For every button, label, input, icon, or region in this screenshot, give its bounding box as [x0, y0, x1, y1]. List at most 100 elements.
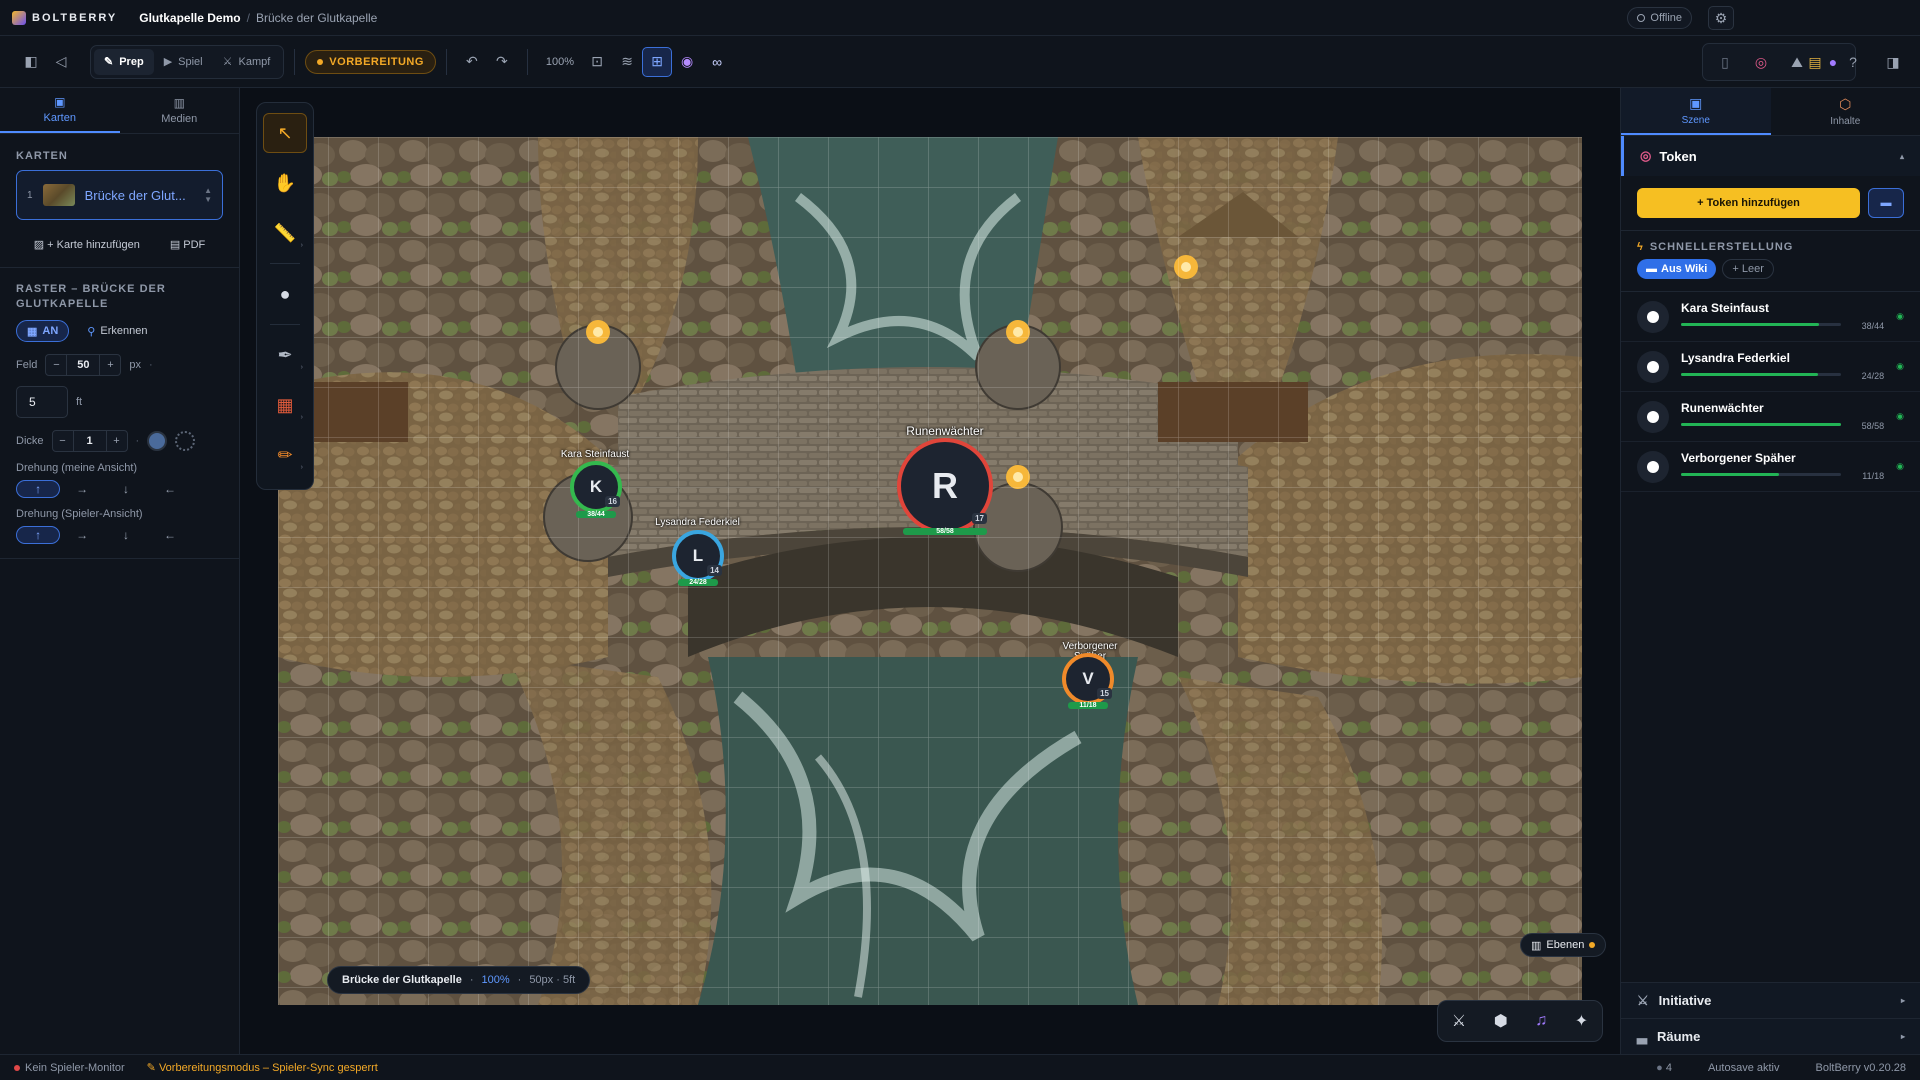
- paint-tool[interactable]: ✏ ›: [263, 435, 307, 475]
- token-dot-icon: [1647, 410, 1659, 423]
- status-dot-icon: [1637, 14, 1646, 22]
- visibility-button[interactable]: ◉: [672, 47, 702, 77]
- increase-button[interactable]: +: [107, 435, 127, 447]
- mode-prep[interactable]: ✎ Prep: [94, 48, 154, 75]
- battle-map[interactable]: [278, 137, 1582, 1005]
- map-book-icon: ▣: [54, 95, 66, 109]
- layers-button[interactable]: ▥ Ebenen: [1520, 933, 1607, 957]
- detect-grid-button[interactable]: ⚲ Erkennen: [87, 325, 147, 338]
- token-avatar[interactable]: L 14: [672, 530, 724, 582]
- map-list-item[interactable]: 1 Brücke der Glut... ▲ ▼: [16, 170, 223, 220]
- zoom-level[interactable]: 100%: [546, 56, 574, 68]
- select-tool[interactable]: ↖: [263, 113, 307, 153]
- fog-brush-tool[interactable]: ●: [263, 274, 307, 314]
- thickness-stepper[interactable]: −1 +: [51, 430, 128, 452]
- breadcrumb-project[interactable]: Glutkapelle Demo: [139, 11, 240, 25]
- dice-icon[interactable]: ⬢: [1494, 1011, 1508, 1031]
- fit-view-button[interactable]: ⊡: [582, 47, 612, 77]
- measure-tool[interactable]: 📏 ›: [263, 213, 307, 253]
- empty-token-button[interactable]: + Leer: [1722, 259, 1774, 279]
- draw-tool[interactable]: ✒ ›: [263, 335, 307, 375]
- target-button[interactable]: ◎: [1745, 47, 1777, 77]
- pan-tool[interactable]: ✋: [263, 163, 307, 203]
- quick-create-heading: ϟ SCHNELLERSTELLUNG: [1621, 230, 1920, 253]
- layers-icon: ▥: [1531, 939, 1542, 952]
- redo-button[interactable]: ↷: [487, 47, 517, 77]
- visibility-eye-icon[interactable]: ◉: [1896, 361, 1904, 372]
- visibility-eye-icon[interactable]: ◉: [1896, 411, 1904, 422]
- sparkle-icon[interactable]: ✦: [1575, 1011, 1588, 1031]
- card-icon: ▬: [1880, 197, 1892, 209]
- library-button[interactable]: ▤: [1802, 49, 1828, 75]
- token-hp: 24/28: [1861, 370, 1885, 381]
- field-size-value[interactable]: 50: [66, 355, 101, 375]
- ruler-icon: 📏: [273, 222, 297, 243]
- add-map-button[interactable]: ▨ + Karte hinzufügen: [34, 238, 140, 251]
- token-section-header[interactable]: ◎ Token ▴: [1621, 136, 1920, 176]
- rotate-right-button[interactable]: →: [60, 526, 104, 544]
- field-size-stepper[interactable]: −50 +: [45, 354, 122, 376]
- right-panel: ▣ Szene ⬡ Inhalte ◎ Token ▴ + Token hinzuf…: [1620, 88, 1920, 1054]
- token-avatar[interactable]: K 16: [570, 461, 622, 513]
- grid-on-toggle[interactable]: ▦ AN: [16, 320, 70, 342]
- play-icon: ▶: [163, 56, 173, 68]
- tab-media[interactable]: ▥ Medien: [120, 88, 240, 133]
- toggle-right-panel-button[interactable]: ◨: [1880, 49, 1906, 75]
- rotate-down-button[interactable]: ↓: [104, 480, 148, 498]
- grid-toggle-button[interactable]: ⊞: [642, 46, 673, 77]
- grid-color-swatch[interactable]: [147, 431, 168, 451]
- chevron-right-icon: ▸: [1900, 996, 1905, 1005]
- increase-button[interactable]: +: [100, 359, 120, 371]
- thickness-value[interactable]: 1: [72, 431, 107, 451]
- from-wiki-button[interactable]: ▬ Aus Wiki: [1637, 259, 1717, 279]
- monitor-button[interactable]: ▯: [1709, 47, 1741, 77]
- token-list-item[interactable]: Runenwächter 58/58 ◉: [1621, 392, 1920, 442]
- visibility-eye-icon[interactable]: ◉: [1896, 461, 1904, 472]
- token-hp-bar: 38/44: [576, 511, 616, 518]
- initiative-section[interactable]: ⚔ Initiative ▸: [1621, 982, 1920, 1018]
- mode-play[interactable]: ▶ Spiel: [154, 49, 213, 75]
- app-logo: BOLTBERRY: [12, 10, 117, 25]
- undo-button[interactable]: ↶: [457, 47, 487, 77]
- rotate-up-button[interactable]: ↑: [16, 526, 61, 544]
- reorder-icon[interactable]: ▲ ▼: [204, 186, 212, 204]
- decrease-button[interactable]: −: [53, 435, 73, 447]
- player-view-button[interactable]: ∞: [702, 47, 732, 77]
- token-list-item[interactable]: Verborgener Späher 11/18 ◉: [1621, 442, 1920, 492]
- wall-tool[interactable]: ▦ ›: [263, 385, 307, 425]
- combat-swords-icon[interactable]: ⚔: [1452, 1011, 1466, 1031]
- token-list-item[interactable]: Lysandra Federkiel 24/28 ◉: [1621, 342, 1920, 392]
- help-button[interactable]: ?: [1840, 49, 1866, 75]
- grid-pattern-swatch[interactable]: [175, 431, 196, 451]
- visibility-eye-icon[interactable]: ◉: [1896, 311, 1904, 322]
- feet-input[interactable]: 5: [16, 386, 68, 418]
- token-avatar[interactable]: R 17: [897, 438, 993, 534]
- rooms-section[interactable]: ▃ Räume ▸: [1621, 1018, 1920, 1054]
- mode-combat[interactable]: ⚔ Kampf: [213, 49, 281, 75]
- token-label: Lysandra Federkiel: [655, 517, 740, 528]
- token-list-item[interactable]: Kara Steinfaust 38/44 ◉: [1621, 292, 1920, 342]
- phase-badge: VORBEREITUNG: [305, 49, 436, 74]
- tab-maps[interactable]: ▣ Karten: [0, 88, 120, 133]
- box-icon: ⬡: [1839, 96, 1852, 112]
- quick-tools: ⚔ ⬢ ♫ ✦: [1437, 1000, 1603, 1042]
- decrease-button[interactable]: −: [46, 359, 66, 371]
- pdf-button[interactable]: ▤ PDF: [170, 238, 205, 251]
- rotate-right-button[interactable]: →: [60, 480, 104, 498]
- rotate-left-button[interactable]: ←: [148, 526, 192, 544]
- token-library-button[interactable]: ▬: [1868, 188, 1904, 218]
- rotate-up-button[interactable]: ↑: [16, 480, 61, 498]
- music-icon[interactable]: ♫: [1535, 1012, 1547, 1030]
- rotate-left-button[interactable]: ←: [148, 480, 192, 498]
- add-token-button[interactable]: + Token hinzufügen: [1637, 188, 1860, 218]
- tab-scene[interactable]: ▣ Szene: [1621, 88, 1771, 135]
- fog-button[interactable]: ≋: [612, 47, 642, 77]
- toggle-left-panel-button[interactable]: ◧: [16, 47, 46, 77]
- token-avatar[interactable]: V 15: [1062, 653, 1114, 705]
- tab-contents[interactable]: ⬡ Inhalte: [1771, 88, 1920, 135]
- connection-status[interactable]: Offline: [1627, 7, 1692, 29]
- settings-button[interactable]: ⚙: [1708, 6, 1734, 30]
- rotate-down-button[interactable]: ↓: [104, 526, 148, 544]
- eye-icon: ◉: [680, 53, 694, 69]
- back-button[interactable]: ◁: [46, 47, 76, 77]
